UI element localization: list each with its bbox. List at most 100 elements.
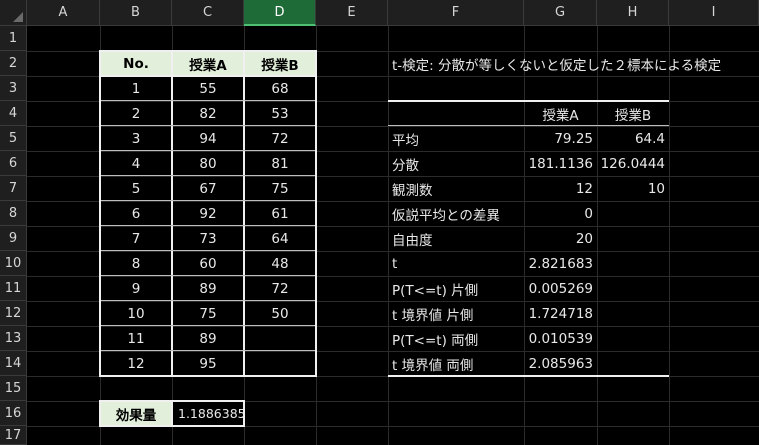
- ttest-title[interactable]: t-検定: 分散が等しくないと仮定した２標本による検定: [388, 51, 759, 76]
- column-header-i[interactable]: I: [669, 0, 759, 26]
- ttest-value-b[interactable]: 10: [597, 176, 669, 201]
- cell-class-b[interactable]: 68: [244, 76, 316, 101]
- row-separator: [101, 350, 315, 351]
- row-separator: [101, 125, 315, 126]
- ttest-header-class-a[interactable]: 授業A: [524, 101, 597, 126]
- row-header-14[interactable]: 14: [0, 351, 27, 376]
- cell-class-a[interactable]: 92: [172, 201, 244, 226]
- cell-no[interactable]: 9: [100, 276, 172, 301]
- ttest-value-b[interactable]: 64.4: [597, 126, 669, 151]
- column-header-b[interactable]: B: [100, 0, 172, 26]
- row-header-5[interactable]: 5: [0, 126, 27, 151]
- cell-class-a[interactable]: 55: [172, 76, 244, 101]
- row-header-15[interactable]: 15: [0, 376, 27, 401]
- ttest-row-label[interactable]: 自由度: [388, 226, 524, 251]
- row-header-7[interactable]: 7: [0, 176, 27, 201]
- ttest-value-a[interactable]: 79.25: [524, 126, 597, 151]
- header-class-a[interactable]: 授業A: [172, 51, 244, 76]
- ttest-row-label[interactable]: 仮説平均との差異: [388, 201, 524, 226]
- ttest-row-label[interactable]: 観測数: [388, 176, 524, 201]
- cell-no[interactable]: 4: [100, 151, 172, 176]
- row-header-3[interactable]: 3: [0, 76, 27, 101]
- cell-class-b[interactable]: 64: [244, 226, 316, 251]
- ttest-value-a[interactable]: 2.085963: [524, 351, 597, 376]
- cell-class-a[interactable]: 60: [172, 251, 244, 276]
- ttest-value-a[interactable]: 20: [524, 226, 597, 251]
- ttest-value-a[interactable]: 0.010539: [524, 326, 597, 351]
- row-header-11[interactable]: 11: [0, 276, 27, 301]
- cell-class-b[interactable]: [244, 326, 316, 351]
- cell-no[interactable]: 11: [100, 326, 172, 351]
- cell-no[interactable]: 7: [100, 226, 172, 251]
- row-header-1[interactable]: 1: [0, 26, 27, 51]
- ttest-row-label[interactable]: P(T<=t) 両側: [388, 326, 524, 351]
- ttest-value-a[interactable]: 12: [524, 176, 597, 201]
- row-header-13[interactable]: 13: [0, 326, 27, 351]
- ttest-row-label[interactable]: t: [388, 251, 524, 276]
- cell-no[interactable]: 6: [100, 201, 172, 226]
- cell-class-a[interactable]: 80: [172, 151, 244, 176]
- cell-class-b[interactable]: 75: [244, 176, 316, 201]
- cell-class-b[interactable]: [244, 351, 316, 376]
- ttest-value-a[interactable]: 0.005269: [524, 276, 597, 301]
- row-separator: [101, 275, 315, 276]
- cell-no[interactable]: 5: [100, 176, 172, 201]
- cell-class-b[interactable]: 48: [244, 251, 316, 276]
- cell-class-b[interactable]: 81: [244, 151, 316, 176]
- ttest-row-label[interactable]: 平均: [388, 126, 524, 151]
- ttest-row-label[interactable]: 分散: [388, 151, 524, 176]
- cell-class-b[interactable]: 72: [244, 126, 316, 151]
- select-all-corner[interactable]: [0, 0, 27, 26]
- ttest-row-label[interactable]: t 境界値 両側: [388, 351, 524, 376]
- ttest-value-b[interactable]: 126.0444: [597, 151, 669, 176]
- ttest-header-class-b[interactable]: 授業B: [597, 101, 669, 126]
- row-header-2[interactable]: 2: [0, 51, 27, 76]
- column-header-a[interactable]: A: [27, 0, 100, 26]
- row-header-9[interactable]: 9: [0, 226, 27, 251]
- column-header-g[interactable]: G: [524, 0, 597, 26]
- cell-class-a[interactable]: 95: [172, 351, 244, 376]
- row-separator: [101, 200, 315, 201]
- row-header-8[interactable]: 8: [0, 201, 27, 226]
- ttest-value-a[interactable]: 0: [524, 201, 597, 226]
- row-header-17[interactable]: 17: [0, 426, 27, 445]
- cell-class-a[interactable]: 67: [172, 176, 244, 201]
- cell-class-a[interactable]: 73: [172, 226, 244, 251]
- cell-class-a[interactable]: 94: [172, 126, 244, 151]
- ttest-value-a[interactable]: 181.1136: [524, 151, 597, 176]
- ttest-row-label[interactable]: t 境界値 片側: [388, 301, 524, 326]
- column-header-c[interactable]: C: [172, 0, 244, 26]
- cell-no[interactable]: 10: [100, 301, 172, 326]
- row-header-12[interactable]: 12: [0, 301, 27, 326]
- column-header-f[interactable]: F: [388, 0, 524, 26]
- column-header-h[interactable]: H: [597, 0, 669, 26]
- cell-class-a[interactable]: 89: [172, 326, 244, 351]
- row-header-4[interactable]: 4: [0, 101, 27, 126]
- cell-class-a[interactable]: 75: [172, 301, 244, 326]
- cell-class-b[interactable]: 72: [244, 276, 316, 301]
- column-header-d[interactable]: D: [244, 0, 316, 26]
- cell-class-a[interactable]: 82: [172, 101, 244, 126]
- cell-class-b[interactable]: 61: [244, 201, 316, 226]
- cell-no[interactable]: 1: [100, 76, 172, 101]
- cell-no[interactable]: 12: [100, 351, 172, 376]
- ttest-value-a[interactable]: 1.724718: [524, 301, 597, 326]
- ttest-value-a[interactable]: 2.821683: [524, 251, 597, 276]
- cell-no[interactable]: 8: [100, 251, 172, 276]
- header-class-b[interactable]: 授業B: [244, 51, 316, 76]
- row-header-16[interactable]: 16: [0, 401, 27, 426]
- row-separator: [101, 250, 315, 251]
- cell-class-b[interactable]: 53: [244, 101, 316, 126]
- cell-class-a[interactable]: 89: [172, 276, 244, 301]
- header-no[interactable]: No.: [100, 51, 172, 76]
- row-header-6[interactable]: 6: [0, 151, 27, 176]
- spreadsheet[interactable]: A B C D E F G H I 1 2 3 4 5 6 7 8 9 10 1…: [0, 0, 759, 445]
- ttest-row-label[interactable]: P(T<=t) 片側: [388, 276, 524, 301]
- cell-class-b[interactable]: 50: [244, 301, 316, 326]
- column-header-e[interactable]: E: [316, 0, 388, 26]
- effect-size-value[interactable]: 1.1886385: [172, 401, 246, 426]
- effect-size-label[interactable]: 効果量: [100, 401, 172, 426]
- row-header-10[interactable]: 10: [0, 251, 27, 276]
- cell-no[interactable]: 2: [100, 101, 172, 126]
- cell-no[interactable]: 3: [100, 126, 172, 151]
